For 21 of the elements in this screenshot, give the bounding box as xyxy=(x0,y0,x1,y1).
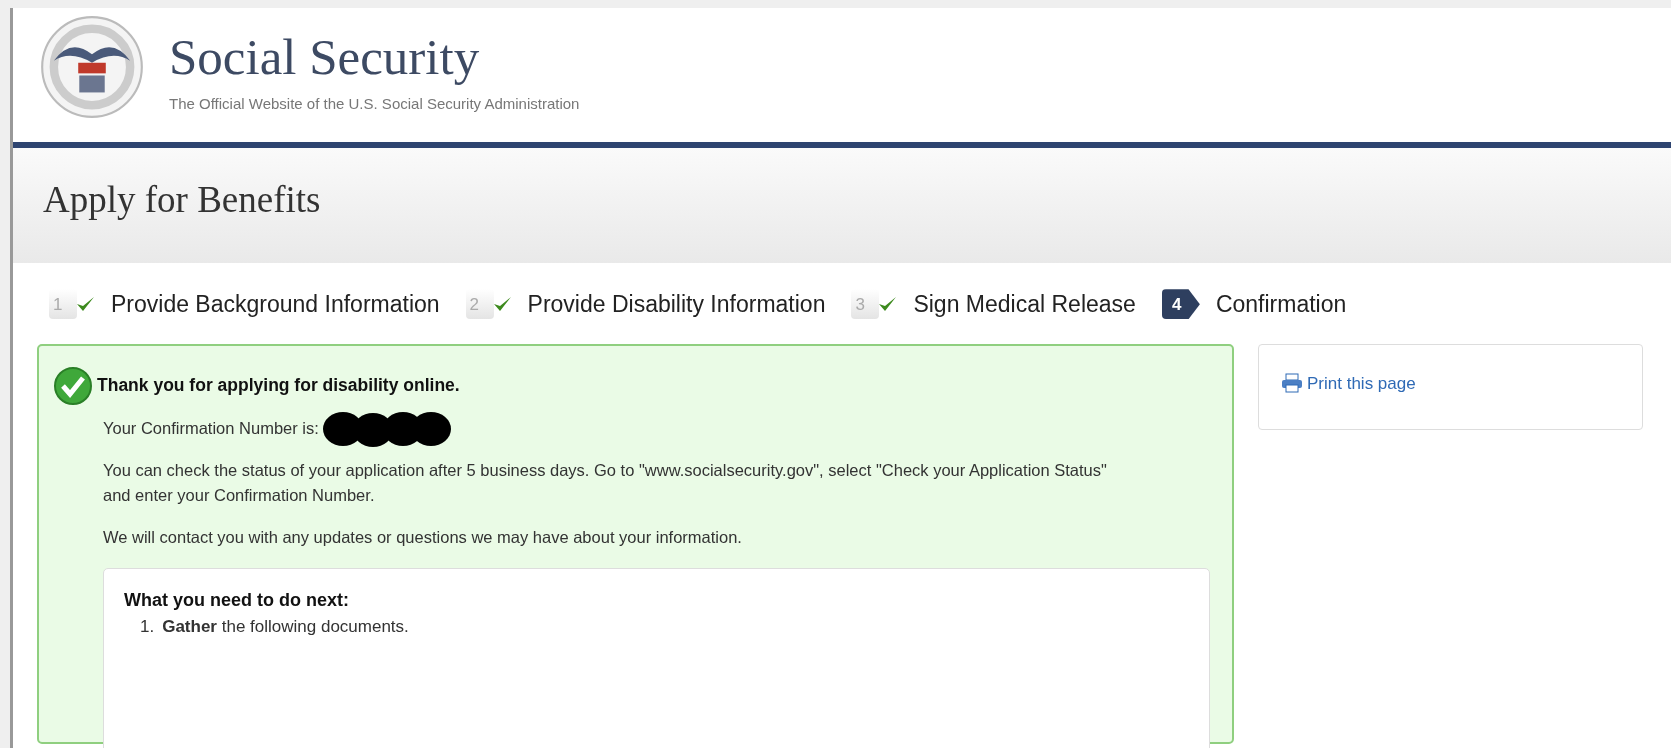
printer-icon xyxy=(1281,373,1303,394)
next-steps-heading: What you need to do next: xyxy=(124,589,350,613)
step-label: Confirmation xyxy=(1215,290,1347,319)
info-paragraph: We will contact you with any updates or questions we may have about your information. xyxy=(103,526,743,548)
step-label: Provide Background Information xyxy=(111,290,440,319)
step-text: Gather the following documents. xyxy=(162,616,409,639)
success-icon xyxy=(53,365,93,406)
step-badge: 2 xyxy=(465,289,494,320)
site-title: Social Security xyxy=(169,32,481,83)
step-label: Sign Medical Release xyxy=(913,290,1136,319)
step-number: 1. xyxy=(140,616,155,639)
page-title: Apply for Benefits xyxy=(43,178,321,222)
site-subtitle: The Official Website of the U.S. Social Security Administration xyxy=(169,94,580,114)
info-paragraph: You can check the status of your application after 5 business days. Go to "www.socialsecurity.gov", select "Check your Application Status" and enter your Confirmation Number. xyxy=(103,459,1108,507)
confirmation-label: Your Confirmation Number is: xyxy=(103,417,319,439)
success-heading: Thank you for applying for disability online. xyxy=(97,374,460,398)
print-link[interactable]: Print this page xyxy=(1281,370,1416,396)
step-badge: 1 xyxy=(49,289,77,320)
step-badge: 4 xyxy=(1161,289,1200,320)
step-label: Provide Disability Information xyxy=(527,290,826,319)
step-badge: 3 xyxy=(851,289,880,320)
